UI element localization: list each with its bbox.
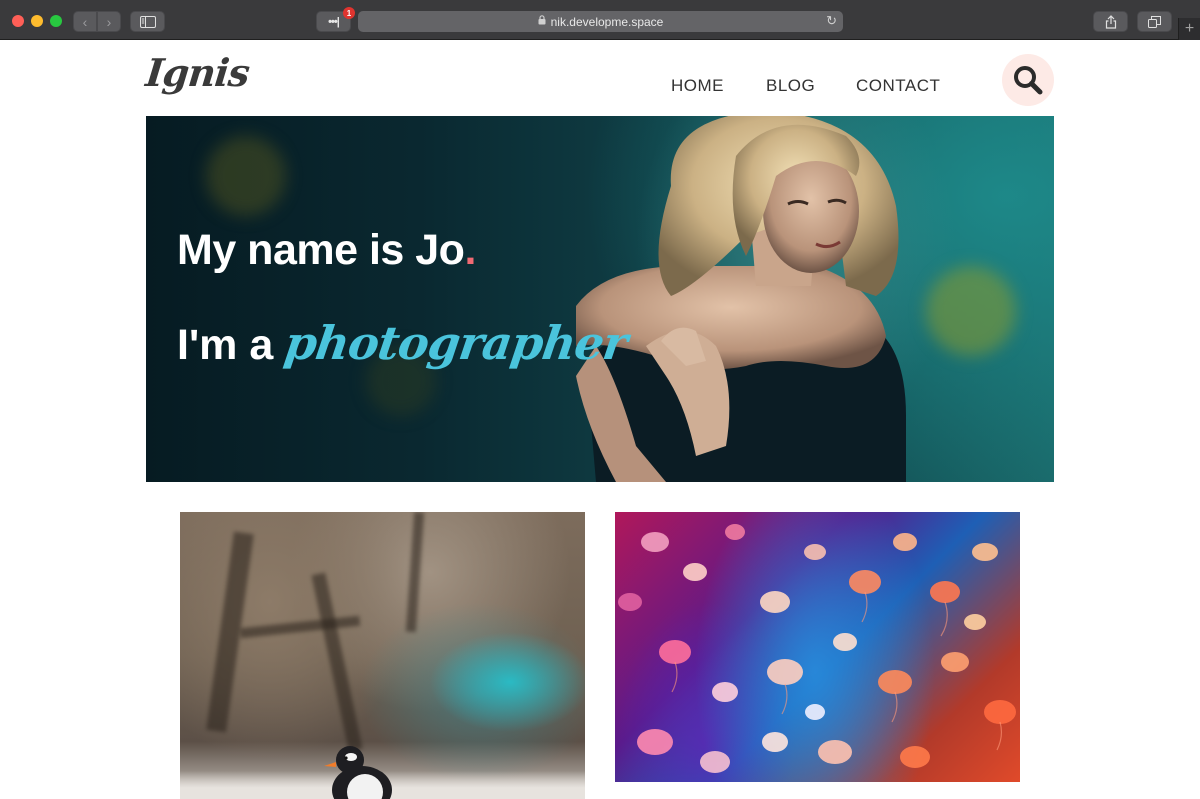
hero-subheading: I'm a photographer <box>177 316 631 370</box>
rock-texture <box>405 512 425 633</box>
chevron-right-icon: › <box>106 13 112 30</box>
nav-blog-link[interactable]: BLOG <box>766 76 815 96</box>
tabs-icon <box>1148 15 1161 28</box>
hero-heading: My name is Jo. <box>177 226 476 275</box>
gallery-image-penguin[interactable] <box>180 512 585 799</box>
hero-accent-dot: . <box>464 226 476 274</box>
extension-label: •••| <box>328 15 340 28</box>
search-button[interactable] <box>1002 54 1054 106</box>
extension-badge: 1 <box>343 7 355 19</box>
back-button[interactable]: ‹ <box>73 11 97 32</box>
rock-texture <box>311 572 363 752</box>
lock-icon <box>538 15 546 28</box>
chevron-left-icon: ‹ <box>82 13 88 30</box>
hero-subheading-script: photographer <box>281 316 631 370</box>
address-bar[interactable]: nik.developme.space ↻ <box>358 11 843 32</box>
bokeh-light <box>206 136 286 216</box>
share-icon <box>1105 14 1116 29</box>
sidebar-toggle-button[interactable] <box>130 11 165 32</box>
bokeh-light <box>926 266 1016 356</box>
nav-contact-link[interactable]: CONTACT <box>856 76 940 96</box>
hero-heading-text: My name is Jo <box>177 226 465 274</box>
forward-button[interactable]: › <box>97 11 121 32</box>
url-text: nik.developme.space <box>550 14 664 29</box>
close-window-button[interactable] <box>12 15 24 27</box>
share-button[interactable] <box>1093 11 1128 32</box>
new-tab-button[interactable]: + <box>1178 18 1200 40</box>
site-logo[interactable]: Ignis <box>144 50 252 95</box>
minimize-window-button[interactable] <box>31 15 43 27</box>
rock-texture <box>239 615 361 639</box>
penguin-figure <box>324 746 392 799</box>
hero-portrait-image <box>576 116 906 482</box>
search-icon <box>1014 66 1043 95</box>
hero-banner: My name is Jo. I'm a photographer <box>146 116 1054 482</box>
reload-icon[interactable]: ↻ <box>826 13 837 29</box>
jellyfish-pattern <box>618 524 1016 773</box>
hero-subheading-prefix: I'm a <box>177 321 286 369</box>
fullscreen-window-button[interactable] <box>50 15 62 27</box>
show-tabs-button[interactable] <box>1137 11 1172 32</box>
sidebar-icon <box>139 15 156 28</box>
gallery-image-jellyfish[interactable] <box>615 512 1020 782</box>
browser-toolbar: ‹ › •••| 1 nik.developme.space ↻ + <box>0 0 1200 40</box>
site-header: Ignis HOME BLOG CONTACT <box>0 40 1200 116</box>
nav-home-link[interactable]: HOME <box>671 76 724 96</box>
plus-icon: + <box>1184 20 1195 37</box>
